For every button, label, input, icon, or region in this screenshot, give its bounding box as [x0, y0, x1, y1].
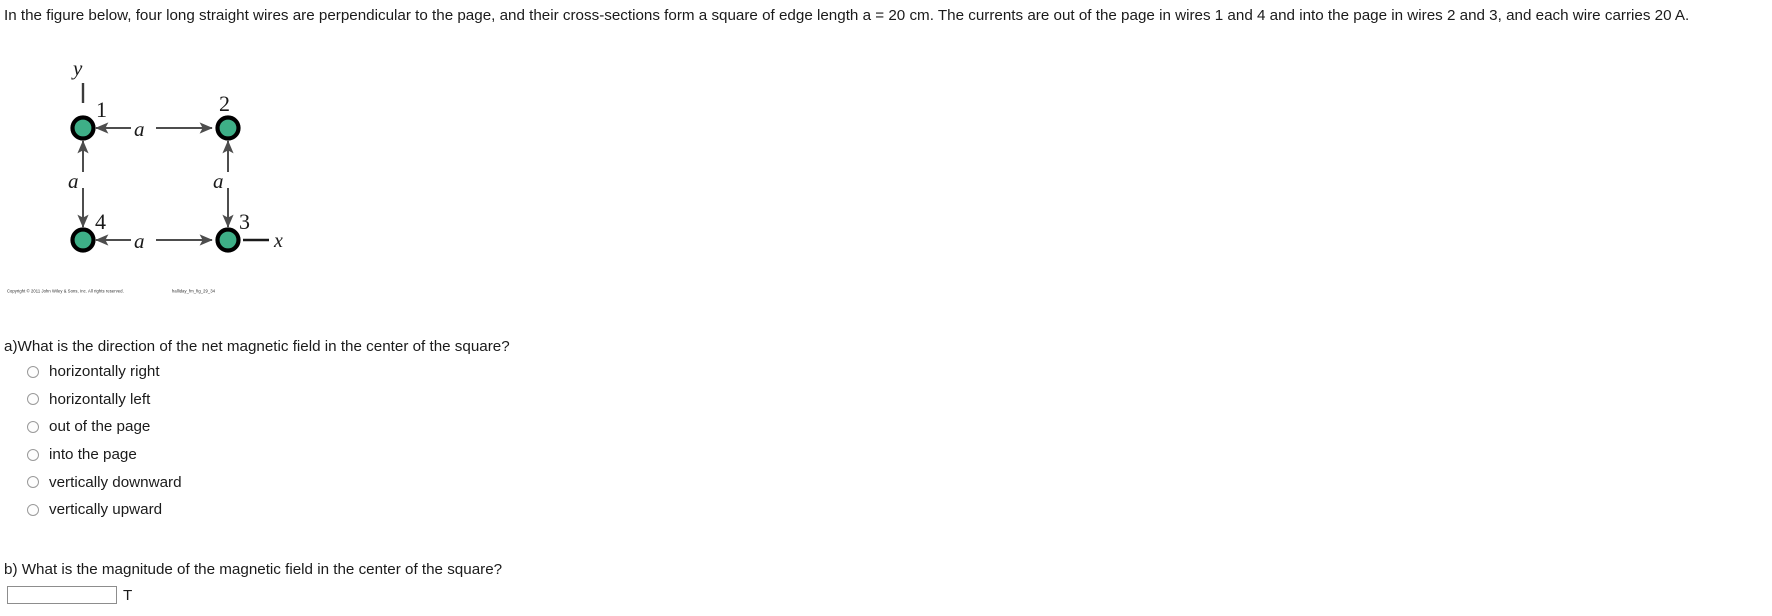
- edge-label-left: a: [68, 169, 79, 193]
- wire-node-1: [70, 115, 96, 141]
- unit-label: T: [123, 586, 133, 604]
- option-label-out-of-the-page: out of the page: [49, 418, 151, 436]
- option-row-into-the-page[interactable]: into the page: [4, 441, 704, 469]
- question-a-options: horizontally right horizontally left out…: [4, 358, 704, 524]
- option-row-vertically-downward[interactable]: vertically downward: [4, 468, 704, 496]
- wire-node-4: [70, 227, 96, 253]
- figure-diagram: y x a a a a 1 2 3 4: [68, 56, 283, 253]
- question-a-prompt: a)What is the direction of the net magne…: [4, 338, 510, 355]
- magnitude-input[interactable]: [7, 586, 117, 604]
- problem-statement: In the figure below, four long straight …: [4, 7, 1690, 24]
- option-label-horizontally-left: horizontally left: [49, 390, 151, 408]
- edge-label-top: a: [134, 117, 145, 141]
- option-row-vertically-upward[interactable]: vertically upward: [4, 496, 704, 524]
- option-label-vertically-upward: vertically upward: [49, 501, 163, 519]
- radio-out-of-the-page[interactable]: [27, 420, 39, 433]
- option-row-horizontally-right[interactable]: horizontally right: [4, 358, 704, 386]
- radio-into-the-page[interactable]: [27, 448, 39, 461]
- radio-horizontally-right[interactable]: [27, 365, 39, 378]
- wire-node-3: [215, 227, 241, 253]
- wire-label-4: 4: [95, 209, 106, 234]
- radio-horizontally-left[interactable]: [27, 393, 39, 406]
- option-label-into-the-page: into the page: [49, 446, 137, 464]
- edge-label-right: a: [213, 169, 224, 193]
- wire-label-3: 3: [239, 209, 250, 234]
- wire-label-2: 2: [219, 91, 230, 116]
- x-axis-label: x: [273, 230, 283, 252]
- wire-label-1: 1: [96, 97, 107, 122]
- question-b-prompt: b) What is the magnitude of the magnetic…: [4, 561, 503, 578]
- question-b-answer-row: T: [7, 586, 132, 604]
- y-axis-label: y: [71, 56, 83, 80]
- option-row-horizontally-left[interactable]: horizontally left: [4, 386, 704, 414]
- option-label-horizontally-right: horizontally right: [49, 363, 160, 381]
- figure-copyright-text: Copyright © 2011 John Wiley & Sons, Inc.…: [7, 288, 124, 294]
- edge-label-bottom: a: [134, 229, 145, 253]
- option-row-out-of-the-page[interactable]: out of the page: [4, 413, 704, 441]
- wire-node-2: [215, 115, 241, 141]
- figure-reference-text: halliday_fm_fig_29_34: [172, 288, 216, 294]
- radio-vertically-downward[interactable]: [27, 476, 39, 489]
- radio-vertically-upward[interactable]: [27, 503, 39, 516]
- physics-figure: y x a a a a 1 2 3 4 Copyright © 2011 Joh…: [0, 45, 320, 305]
- option-label-vertically-downward: vertically downward: [49, 473, 182, 491]
